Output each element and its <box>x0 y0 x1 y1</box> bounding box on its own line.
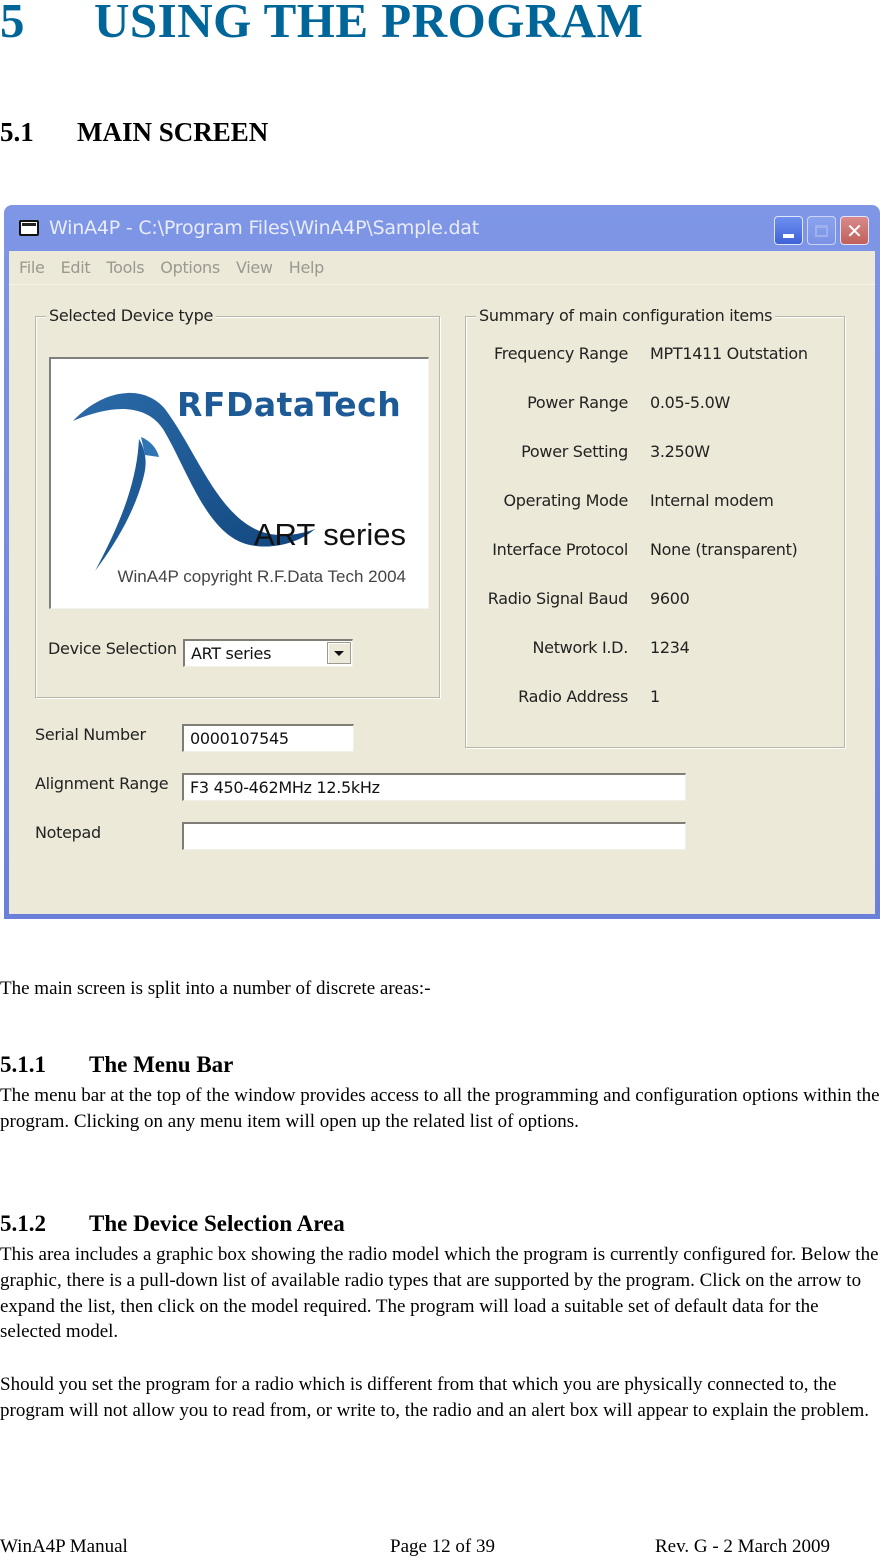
serial-number-field[interactable]: 0000107545 <box>182 724 354 752</box>
footer-page-number: Page 12 of 39 <box>390 1536 496 1557</box>
intro-paragraph: The main screen is split into a number o… <box>0 978 431 999</box>
device-selection-dropdown[interactable]: ART series <box>183 639 353 667</box>
menu-bar-paragraph: The menu bar at the top of the window pr… <box>0 1085 880 1132</box>
minimize-icon <box>783 233 794 238</box>
summary-value: MPT1411 Outstation <box>650 344 808 363</box>
summary-row: Radio Address 1 <box>466 687 846 709</box>
summary-value: 1 <box>650 687 660 706</box>
summary-value: Internal modem <box>650 491 774 510</box>
summary-label: Power Range <box>527 393 628 412</box>
subsection-heading: 5.1.1 The Menu Bar <box>0 1052 233 1078</box>
summary-value: 1234 <box>650 638 690 657</box>
title-bar: WinA4P - C:\Program Files\WinA4P\Sample.… <box>9 205 875 251</box>
menu-bar: File Edit Tools Options View Help <box>9 251 875 285</box>
menu-view[interactable]: View <box>236 258 273 277</box>
alignment-range-label: Alignment Range <box>35 774 169 793</box>
summary-group-legend: Summary of main configuration items <box>476 306 776 325</box>
device-selection-paragraph: This area includes a graphic box showing… <box>0 1244 879 1343</box>
app-window-icon <box>19 220 39 236</box>
logo-brand-text: RFDataTech <box>177 385 402 424</box>
summary-label: Operating Mode <box>503 491 629 510</box>
notepad-field[interactable] <box>182 822 686 850</box>
summary-row: Operating Mode Internal modem <box>466 491 846 513</box>
summary-value: 0.05-5.0W <box>650 393 730 412</box>
close-button[interactable]: ✕ <box>840 216 869 245</box>
device-mismatch-paragraph: Should you set the program for a radio w… <box>0 1374 869 1421</box>
device-group: Selected Device type RFDataTech ART seri… <box>35 306 440 698</box>
summary-value: 3.250W <box>650 442 710 461</box>
logo-copyright-text: WinA4P copyright R.F.Data Tech 2004 <box>117 567 406 586</box>
device-selection-label: Device Selection <box>48 639 177 658</box>
summary-label: Radio Address <box>518 687 628 706</box>
menu-file[interactable]: File <box>19 258 45 277</box>
summary-group: Summary of main configuration items Freq… <box>465 306 846 748</box>
summary-row: Radio Signal Baud 9600 <box>466 589 846 611</box>
chevron-down-icon <box>334 650 344 656</box>
summary-label: Interface Protocol <box>492 540 628 559</box>
summary-label: Network I.D. <box>532 638 628 657</box>
maximize-icon <box>815 224 828 237</box>
section-number: 5.1 <box>0 117 34 147</box>
menu-edit[interactable]: Edit <box>61 258 91 277</box>
summary-row: Frequency Range MPT1411 Outstation <box>466 344 846 366</box>
subsection-title: The Menu Bar <box>89 1052 234 1077</box>
window-client-area: File Edit Tools Options View Help Select… <box>9 251 875 914</box>
subsection-number: 5.1.2 <box>0 1211 46 1236</box>
menu-options[interactable]: Options <box>160 258 220 277</box>
device-logo-graphic: RFDataTech ART series WinA4P copyright R… <box>49 357 429 609</box>
summary-row: Power Setting 3.250W <box>466 442 846 464</box>
device-group-legend: Selected Device type <box>46 306 216 325</box>
notepad-label: Notepad <box>35 823 101 842</box>
summary-value: None (transparent) <box>650 540 798 559</box>
maximize-button[interactable] <box>807 216 836 245</box>
menu-help[interactable]: Help <box>289 258 325 277</box>
menu-tools[interactable]: Tools <box>106 258 144 277</box>
close-icon: ✕ <box>846 218 863 243</box>
summary-label: Radio Signal Baud <box>487 589 629 608</box>
subsection-title: The Device Selection Area <box>89 1211 345 1236</box>
summary-label: Power Setting <box>521 442 628 461</box>
chapter-heading: 5 USING THE PROGRAM <box>0 0 643 49</box>
summary-row: Interface Protocol None (transparent) <box>466 540 846 562</box>
window-controls: ✕ <box>774 216 869 245</box>
logo-series-text: ART series <box>253 517 406 552</box>
minimize-button[interactable] <box>774 216 803 245</box>
dropdown-button[interactable] <box>327 642 351 664</box>
window-title: WinA4P - C:\Program Files\WinA4P\Sample.… <box>49 217 480 239</box>
footer-title: WinA4P Manual <box>0 1536 128 1557</box>
subsection-heading: 5.1.2 The Device Selection Area <box>0 1211 345 1237</box>
serial-number-label: Serial Number <box>35 725 146 744</box>
summary-value: 9600 <box>650 589 690 608</box>
alignment-range-field[interactable]: F3 450-462MHz 12.5kHz <box>182 773 686 801</box>
summary-label: Frequency Range <box>494 344 628 363</box>
footer-revision: Rev. G - 2 March 2009 <box>655 1536 831 1557</box>
summary-row: Power Range 0.05-5.0W <box>466 393 846 415</box>
subsection-number: 5.1.1 <box>0 1052 46 1077</box>
section-title: MAIN SCREEN <box>77 117 269 147</box>
summary-row: Network I.D. 1234 <box>466 638 846 660</box>
chapter-number: 5 <box>0 0 25 48</box>
section-heading: 5.1 MAIN SCREEN <box>0 117 268 148</box>
chapter-title: USING THE PROGRAM <box>94 0 644 48</box>
app-window-screenshot: WinA4P - C:\Program Files\WinA4P\Sample.… <box>4 205 880 919</box>
device-selection-value: ART series <box>191 644 272 663</box>
